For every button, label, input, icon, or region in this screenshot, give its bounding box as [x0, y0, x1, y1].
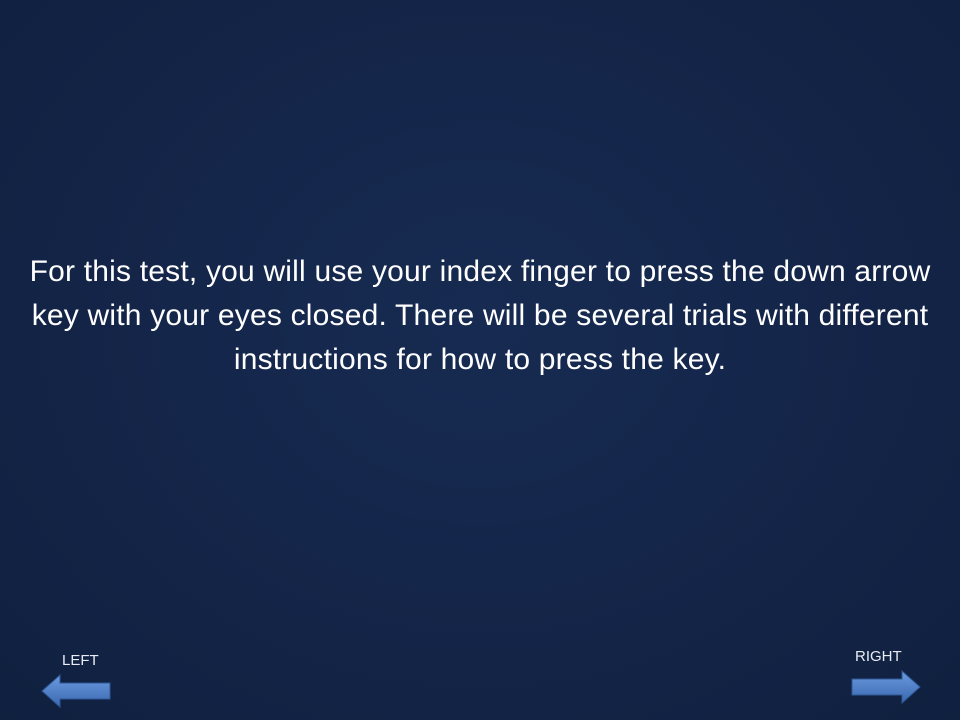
left-label: LEFT: [62, 652, 99, 669]
right-arrow-button[interactable]: [850, 668, 922, 706]
instruction-text: For this test, you will use your index f…: [29, 255, 931, 376]
right-arrow-icon: [851, 669, 921, 705]
left-arrow-icon: [41, 673, 111, 709]
left-arrow-button[interactable]: [40, 672, 112, 710]
slide-background: For this test, you will use your index f…: [0, 0, 960, 720]
right-label: RIGHT: [855, 648, 902, 665]
